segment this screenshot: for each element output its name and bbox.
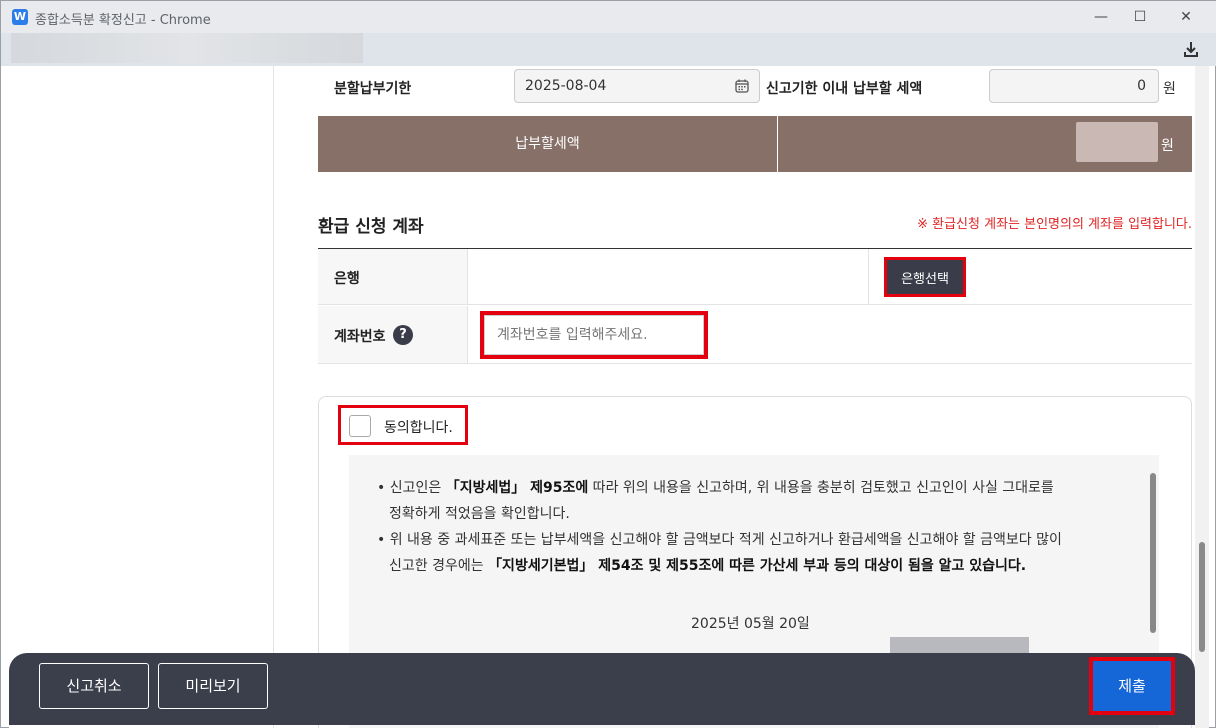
account-label: 계좌번호 [334,329,386,345]
address-bar [1,33,1216,66]
maximize-icon[interactable]: ☐ [1120,5,1160,29]
terms-paragraph-1: • 신고인은 「지방세법」 제95조에 따라 위의 내용을 신고하며, 위 내용… [377,480,1054,496]
help-icon[interactable]: ? [393,325,413,345]
agree-checkbox[interactable] [349,415,371,437]
refund-notice: ※ 환급신청 계좌는 본인명의의 계좌를 입력합니다. [917,217,1192,232]
cancel-report-button[interactable]: 신고취소 [39,663,149,709]
terms-paragraph-2-cont: 신고한 경우에는 「지방세기본법」 제54조 및 제55조에 따른 가산세 부과… [389,558,1027,574]
within-deadline-amount-field[interactable]: 0 [989,69,1159,103]
page-scrollbar[interactable] [1195,66,1209,728]
bank-separator [868,249,869,305]
app-logo-icon: W [12,9,28,25]
agree-checkbox-highlight: 동의합니다. [338,405,468,445]
installment-deadline-field[interactable]: 2025-08-04 [514,69,760,103]
form-main: 분할납부기한 2025-08-04 신고기한 이내 납부할 세액 0 원 납부할… [274,66,1209,728]
minimize-icon[interactable]: — [1081,5,1121,29]
terms-date: 2025년 05월 20일 [691,616,810,632]
browser-window: W 종합소득분 확정신고 - Chrome — ☐ ✕ 분할납부기한 2025-… [0,0,1216,728]
calendar-icon[interactable] [735,79,749,93]
total-tax-label: 납부할세액 [318,116,778,172]
bank-label-cell: 은행 [318,249,468,304]
page-content: 분할납부기한 2025-08-04 신고기한 이내 납부할 세액 0 원 납부할… [9,66,1209,728]
bank-select-button[interactable]: 은행선택 [884,257,966,297]
total-tax-redacted [1076,122,1158,162]
terms-paragraph-2: • 위 내용 중 과세표준 또는 납부세액을 신고해야 할 금액보다 적게 신고… [377,532,1062,548]
account-row: 계좌번호 ? [318,306,1192,364]
terms-paragraph-1-cont: 정확하게 적었음을 확인합니다. [389,506,570,522]
total-tax-unit: 원 [1161,138,1174,154]
bottom-action-bar: 신고취소 미리보기 제출 [9,653,1195,725]
bank-label: 은행 [334,271,360,287]
close-icon[interactable]: ✕ [1166,5,1206,29]
terms-scrollbar-thumb[interactable] [1150,473,1156,633]
within-deadline-unit: 원 [1163,81,1176,97]
agree-label[interactable]: 동의합니다. [384,417,453,437]
bank-row: 은행 은행선택 [318,249,1192,305]
installment-deadline-value: 2025-08-04 [525,78,607,94]
submit-button[interactable]: 제출 [1093,661,1171,711]
download-icon[interactable] [1181,39,1201,59]
refund-section-title: 환급 신청 계좌 [318,217,424,237]
installment-deadline-label: 분할납부기한 [334,81,412,97]
account-input-highlight [480,311,708,359]
submit-highlight: 제출 [1089,657,1175,715]
address-url-redacted[interactable] [11,33,363,63]
account-number-input[interactable] [484,315,704,355]
total-tax-row: 납부할세액 원 [318,116,1192,172]
preview-button[interactable]: 미리보기 [158,663,268,709]
left-pane [9,66,274,728]
window-title: 종합소득분 확정신고 - Chrome [35,13,211,28]
title-bar: W 종합소득분 확정신고 - Chrome — ☐ ✕ [1,1,1216,33]
page-scrollbar-thumb[interactable] [1199,542,1205,652]
within-deadline-label: 신고기한 이내 납부할 세액 [766,81,923,97]
account-label-cell: 계좌번호 ? [318,306,468,363]
